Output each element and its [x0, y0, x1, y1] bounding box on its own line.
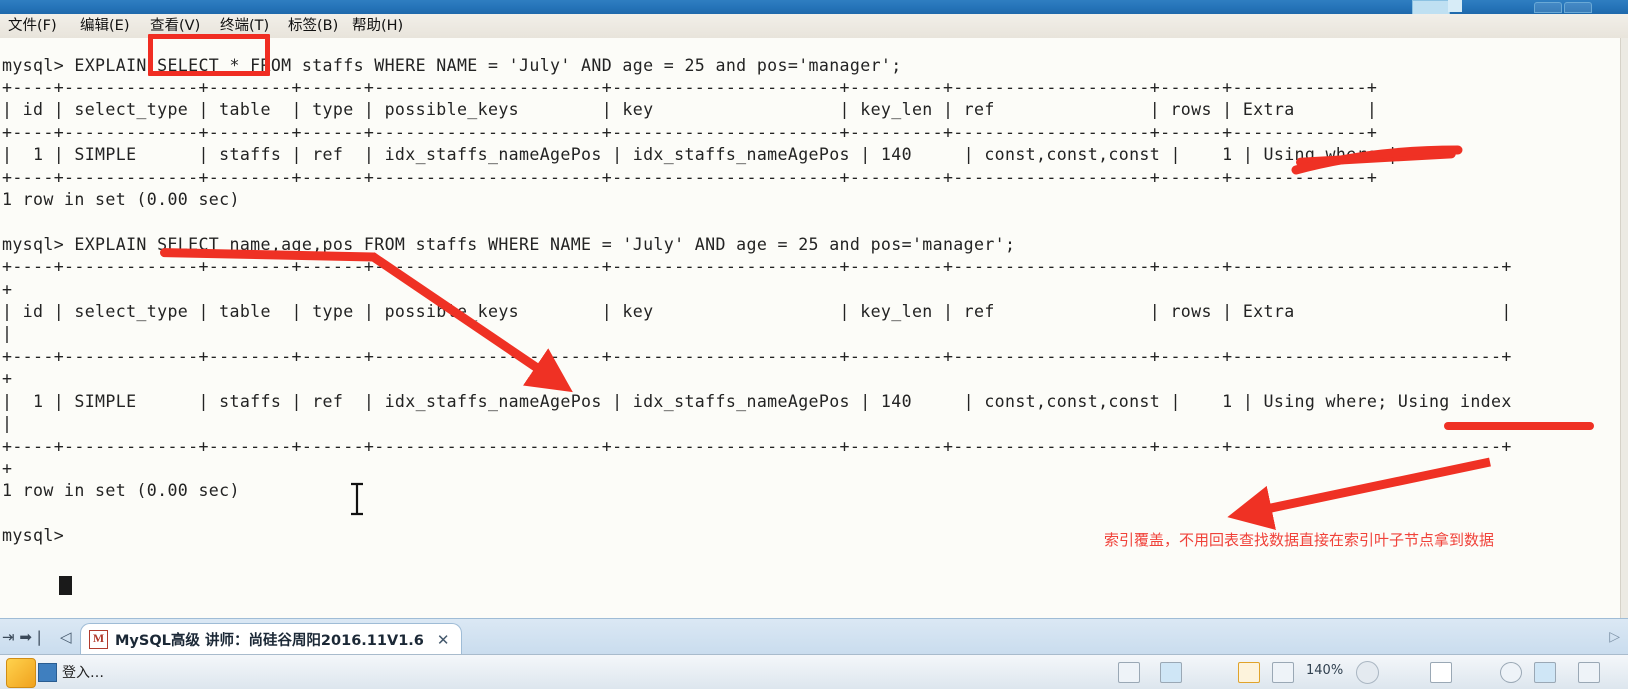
- zoom-level-label: 140%: [1306, 663, 1344, 678]
- start-button-icon[interactable]: [6, 658, 36, 688]
- tray-download-icon[interactable]: [1534, 662, 1556, 683]
- view-draft-icon[interactable]: [1272, 662, 1294, 683]
- annotation-arrow-to-note: [1227, 457, 1491, 530]
- os-taskbar: 登入… 140%: [0, 654, 1628, 689]
- word-document-icon: M: [89, 630, 108, 649]
- view-outline-icon[interactable]: [1200, 662, 1220, 681]
- view-web-icon[interactable]: [1238, 662, 1260, 683]
- close-icon[interactable]: ✕: [437, 631, 450, 649]
- annotation-arrows: [369, 145, 1491, 530]
- annotation-note-chinese: 索引覆盖，不用回表查找数据直接在索引叶子节点拿到数据: [1104, 531, 1495, 549]
- app-icon: [38, 662, 57, 682]
- tabstrip-prev-button[interactable]: ◁: [60, 628, 72, 646]
- zoom-slider-handle[interactable]: [1356, 661, 1379, 684]
- annotation-curve-using-where: [1291, 145, 1463, 175]
- terminal-window: 文件(F) 编辑(E) 查看(V) 终端(T) 标签(B) 帮助(H) mysq…: [0, 0, 1628, 689]
- taskbar-app-item[interactable]: 登入…: [38, 658, 104, 686]
- annotation-arrow-to-possible-keys: [369, 252, 573, 393]
- document-tabstrip: ⇥ ➡ | ◁ M MySQL高级 讲师：尚硅谷周阳2016.11V1.6 ✕ …: [0, 618, 1628, 655]
- view-reading-icon[interactable]: [1160, 662, 1182, 683]
- taskbar-app-label: 登入…: [62, 665, 104, 681]
- tray-window-icon[interactable]: [1578, 662, 1600, 683]
- document-tab[interactable]: M MySQL高级 讲师：尚硅谷周阳2016.11V1.6 ✕: [80, 623, 463, 655]
- tray-info-icon[interactable]: [1500, 662, 1522, 683]
- view-normal-icon[interactable]: [1118, 662, 1140, 683]
- tabstrip-next-button[interactable]: ▷: [1609, 628, 1620, 645]
- document-tab-label: MySQL高级 讲师：尚硅谷周阳2016.11V1.6: [115, 633, 424, 649]
- tray-monitor-icon[interactable]: [1430, 662, 1452, 683]
